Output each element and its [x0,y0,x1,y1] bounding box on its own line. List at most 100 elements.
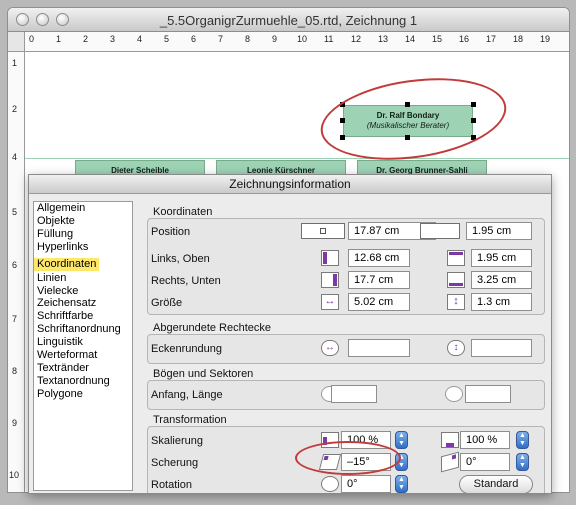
category-item[interactable]: Allgemein [34,202,132,215]
anfang-laenge-label: Anfang, Länge [151,389,223,401]
eckenrundung-label: Eckenrundung [151,343,222,355]
category-item[interactable]: Hyperlinks [34,241,132,254]
horizontal-ruler[interactable]: 0 1 2 3 4 5 6 7 8 9 10 11 12 13 14 15 16… [25,32,569,52]
section-title-rechtecke: Abgerundete Rechtecke [153,322,272,334]
ruler-number: 4 [12,152,18,162]
ruler-number: 7 [12,314,18,324]
position-label: Position [151,226,191,238]
ruler-number: 2 [12,104,18,114]
rotation-label: Rotation [151,479,192,491]
rechts-field[interactable]: 17.7 cm [348,271,410,289]
drawing-info-dialog: Zeichnungsinformation Allgemein Objekte … [28,174,552,494]
category-item[interactable]: Schriftanordnung [34,323,132,336]
category-item[interactable]: Textränder [34,362,132,375]
connector-line [25,158,569,159]
groesse-label: Größe [151,297,183,309]
corner-radius-h-icon: ↔ [321,340,339,356]
width-arrow-icon: ↔ [321,294,339,310]
scherung-v-field[interactable]: 0° [460,453,510,471]
section-title-transformation: Transformation [153,414,227,426]
category-item[interactable]: Textanordnung [34,375,132,388]
category-item[interactable]: Werteformat [34,349,132,362]
category-item[interactable]: Polygone [34,388,132,401]
ruler-number: 18 [513,34,524,44]
position-y-field[interactable]: 1.95 cm [466,222,532,240]
ruler-number: 8 [245,34,251,44]
ruler-number: 19 [540,34,551,44]
links-field[interactable]: 12.68 cm [348,249,410,267]
ruler-number: 4 [137,34,143,44]
dialog-title[interactable]: Zeichnungsinformation [29,175,551,194]
laenge-field[interactable] [465,385,511,403]
category-item[interactable]: Schriftfarbe [34,310,132,323]
category-item[interactable]: Objekte [34,215,132,228]
ruler-number: 2 [83,34,89,44]
ruler-number: 11 [324,34,334,44]
category-item[interactable]: Linien [34,272,132,285]
ruler-number: 17 [486,34,497,44]
bottom-edge-icon [447,272,465,288]
ruler-number: 1 [56,34,62,44]
rechts-unten-label: Rechts, Unten [151,275,221,287]
category-item[interactable]: Füllung [34,228,132,241]
scherung-v-stepper[interactable]: ▲ ▼ [516,453,529,471]
standard-button[interactable]: Standard [459,475,533,493]
ruler-number: 5 [164,34,170,44]
corner-radius-v-icon: ↕ [447,340,465,356]
section-title-boegen: Bögen und Sektoren [153,368,254,380]
scherung-label: Scherung [151,457,199,469]
annotation-ellipse [315,67,512,171]
skalierung-h-stepper[interactable]: ▲ ▼ [395,431,408,449]
category-item[interactable]: Linguistik [34,336,132,349]
rotation-icon [321,476,339,492]
ruler-number: 9 [272,34,278,44]
top-edge-icon [447,250,465,266]
ruler-number: 0 [29,34,35,44]
eckenrundung-v-field[interactable] [471,339,532,357]
ruler-number: 14 [405,34,416,44]
position-anchor-y-icon[interactable] [420,223,460,239]
unten-field[interactable]: 3.25 cm [471,271,532,289]
scale-v-icon [441,432,459,448]
skalierung-label: Skalierung [151,435,203,447]
ruler-number: 8 [12,366,18,376]
ruler-number: 13 [378,34,389,44]
category-item-selected[interactable]: Koordinaten [34,257,100,271]
position-anchor-x-icon[interactable] [301,223,345,239]
section-title-koordinaten: Koordinaten [153,206,213,218]
vertical-ruler[interactable]: 1 2 4 5 6 7 8 9 10 [8,52,25,492]
ruler-number: 6 [191,34,197,44]
hoehe-field[interactable]: 1.3 cm [471,293,532,311]
ruler-number: 1 [12,58,18,68]
ruler-number: 5 [12,207,18,217]
ruler-number: 15 [432,34,443,44]
skalierung-v-field[interactable]: 100 % [460,431,510,449]
links-oben-label: Links, Oben [151,253,210,265]
ruler-number: 10 [297,34,308,44]
left-edge-icon [321,250,339,266]
window-titlebar[interactable]: _5.5OrganigrZurmuehle_05.rtd, Zeichnung … [8,8,569,32]
arc-length-icon [445,386,463,402]
annotation-ellipse [295,441,401,475]
eckenrundung-h-field[interactable] [348,339,410,357]
window-title: _5.5OrganigrZurmuehle_05.rtd, Zeichnung … [159,13,418,28]
skalierung-v-stepper[interactable]: ▲ ▼ [516,431,529,449]
ruler-number: 6 [12,260,18,270]
ruler-number: 12 [351,34,362,44]
category-item[interactable]: Vielecke [34,285,132,298]
ruler-number: 7 [218,34,224,44]
right-edge-icon [321,272,339,288]
rotation-field[interactable]: 0° [341,475,391,493]
ruler-number: 3 [110,34,116,44]
ruler-number: 9 [12,418,18,428]
category-list[interactable]: Allgemein Objekte Füllung Hyperlinks Koo… [33,201,133,491]
oben-field[interactable]: 1.95 cm [471,249,532,267]
rotation-stepper[interactable]: ▲ ▼ [395,475,408,493]
category-item[interactable]: Zeichensatz [34,297,132,310]
height-arrow-icon: ↕ [447,294,465,310]
ruler-number: 16 [459,34,470,44]
anfang-field[interactable] [331,385,377,403]
breite-field[interactable]: 5.02 cm [348,293,410,311]
ruler-corner [8,32,25,52]
ruler-number: 10 [9,470,20,480]
